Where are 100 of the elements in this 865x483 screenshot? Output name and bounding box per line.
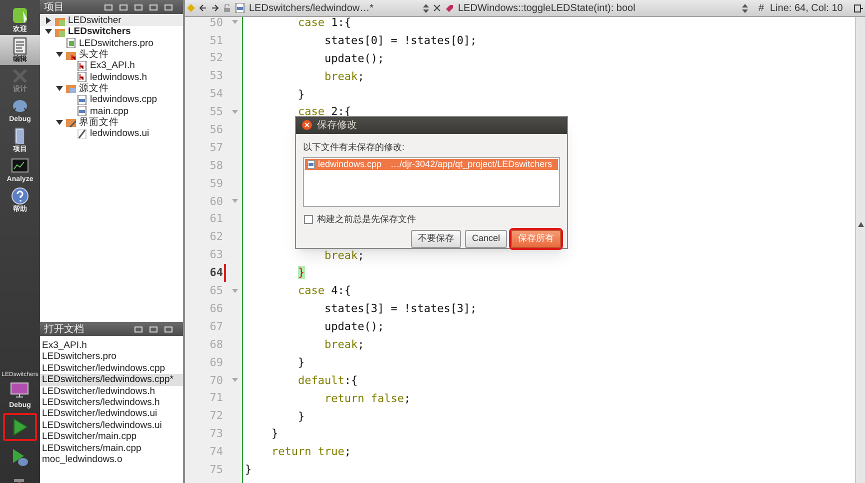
header-folder-icon <box>66 50 76 60</box>
code-text: } <box>298 88 305 101</box>
line-number: 57 <box>208 140 223 156</box>
line-number: 62 <box>208 229 223 246</box>
code-text: } <box>245 463 252 476</box>
cursor-position: Line: 64, Col: 10 <box>770 2 844 16</box>
code-text: update(); <box>324 52 384 65</box>
source-file-icon <box>77 94 87 105</box>
tree-item[interactable]: ledwindows.ui <box>90 128 150 140</box>
line-number: 69 <box>208 354 223 371</box>
forward-icon[interactable] <box>211 4 219 12</box>
file-selector[interactable]: LEDswitchers/ledwindow…* <box>249 0 419 16</box>
source-file-icon <box>77 106 87 116</box>
hash-label: # <box>758 2 764 16</box>
source-file-icon <box>307 160 315 170</box>
dialog-title-bar: 保存修改 <box>296 117 567 134</box>
tree-item[interactable]: 源文件 <box>79 82 109 94</box>
code-text: 4:{ <box>331 284 351 298</box>
tree-item[interactable]: LEDswitchers <box>68 26 131 38</box>
document-icon <box>11 36 29 54</box>
tree-arrow-icon[interactable] <box>56 84 63 92</box>
line-number: 56 <box>208 122 223 138</box>
line-number: 74 <box>208 444 223 460</box>
code-text: ; <box>358 248 364 262</box>
line-number: 75 <box>208 462 223 478</box>
tree-item[interactable]: 头文件 <box>79 49 109 60</box>
close-icon[interactable] <box>433 4 441 12</box>
line-number: 67 <box>208 318 223 335</box>
document-item[interactable]: Ex3_API.h <box>40 340 183 352</box>
line-number: 72 <box>208 408 223 424</box>
updown-icon[interactable] <box>742 4 748 12</box>
code-text: ; <box>344 445 351 458</box>
code-text: ; <box>404 392 411 405</box>
back-icon[interactable] <box>199 4 207 12</box>
dialog-message: 以下文件有未保存的修改: <box>302 140 406 154</box>
header-file-icon <box>77 72 87 82</box>
code-keyword: case <box>298 105 324 118</box>
source-folder-icon <box>66 83 76 94</box>
updown-icon[interactable] <box>423 4 429 12</box>
code-text: :{ <box>344 374 358 387</box>
code-text: 2:{ <box>331 105 351 118</box>
tree-arrow-icon[interactable] <box>56 118 63 126</box>
code-keyword: break <box>324 70 358 83</box>
logo-icon <box>11 6 29 24</box>
code-text: 1:{ <box>331 17 351 29</box>
document-item[interactable]: LEDswitchers/ledwindows.ui <box>40 420 183 432</box>
code-text: states[3] = !states[3]; <box>324 302 477 316</box>
checkbox[interactable] <box>304 214 313 224</box>
document-item[interactable]: LEDswitchers/main.cpp <box>40 442 183 454</box>
code-keyword: default <box>298 374 344 387</box>
line-number: 53 <box>208 68 223 84</box>
line-number: 58 <box>208 158 223 174</box>
form-folder-icon <box>66 117 76 128</box>
checkbox-label: 构建之前总是先保存文件 <box>317 212 416 226</box>
code-text: } <box>298 410 305 423</box>
tree-item[interactable]: 界面文件 <box>79 116 119 128</box>
form-file-icon <box>77 128 87 139</box>
code-text: update(); <box>324 320 384 334</box>
project-file-icon <box>66 38 76 48</box>
line-number: 70 <box>208 372 223 388</box>
tree-item[interactable]: LEDswitchers.pro <box>79 38 154 49</box>
monitor-icon <box>10 382 30 398</box>
line-number: 51 <box>208 32 223 49</box>
document-item[interactable]: LEDswitcher/ledwindows.ui <box>40 408 183 420</box>
tree-item[interactable]: main.cpp <box>90 106 129 117</box>
line-number: 54 <box>208 86 223 102</box>
line-number: 52 <box>208 50 223 66</box>
tag-icon <box>445 4 454 12</box>
code-text: ; <box>358 338 364 352</box>
code-text: states[0] = !states[0]; <box>324 34 477 47</box>
symbol-selector[interactable]: LEDWindows::toggleLEDState(int): bool <box>458 0 738 16</box>
tree-arrow-icon[interactable] <box>45 17 52 24</box>
code-keyword: case <box>298 284 324 298</box>
document-item[interactable]: LEDswitcher/ledwindows.cpp <box>40 362 183 374</box>
tree-item[interactable]: ledwindows.h <box>90 72 148 83</box>
line-number: 64 <box>208 265 223 282</box>
matched-brace: } <box>298 266 305 280</box>
tree-arrow-icon[interactable] <box>56 51 63 58</box>
run-button[interactable] <box>3 413 37 441</box>
code-text: } <box>272 427 278 440</box>
document-item[interactable]: LEDswitchers/ledwindows.h <box>40 396 183 408</box>
tree-item[interactable]: Ex3_API.h <box>90 60 135 72</box>
tree-item[interactable]: ledwindows.cpp <box>90 94 158 106</box>
close-icon[interactable] <box>302 120 312 130</box>
document-item[interactable]: LEDswitcher/main.cpp <box>40 431 183 443</box>
line-number: 73 <box>208 426 223 442</box>
document-item[interactable]: LEDswitchers.pro <box>40 351 183 363</box>
document-item[interactable]: moc_ledwindows.o <box>40 454 183 466</box>
code-keyword: return false <box>324 392 404 405</box>
dialog-button[interactable]: 不要保存 <box>410 230 461 248</box>
tree-arrow-icon[interactable] <box>45 28 52 36</box>
scroll-arrow-icon[interactable] <box>858 222 864 227</box>
pen-tools-icon <box>11 66 29 84</box>
code-text: ; <box>358 70 364 83</box>
help-icon <box>11 186 29 204</box>
document-item[interactable]: LEDswitchers/ledwindows.cpp* <box>40 374 183 386</box>
project-folder-icon <box>55 16 65 26</box>
document-item[interactable]: LEDswitcher/ledwindows.h <box>40 386 183 397</box>
dialog-button[interactable]: Cancel <box>464 230 507 248</box>
code-text: } <box>298 356 305 369</box>
